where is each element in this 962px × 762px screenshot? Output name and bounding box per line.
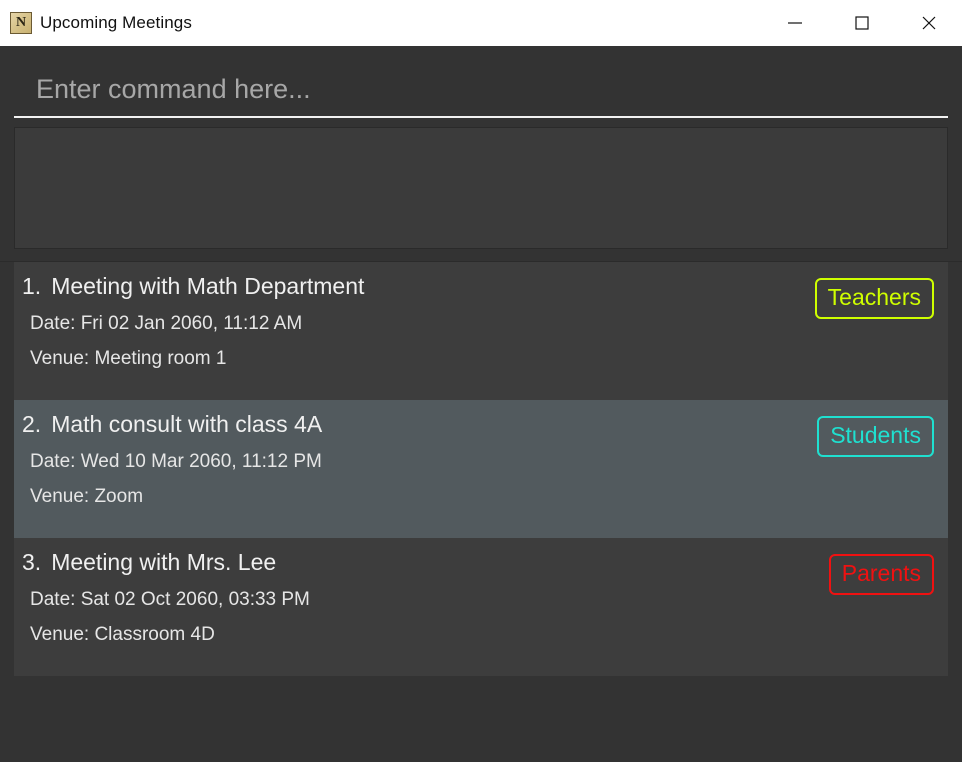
command-input[interactable] xyxy=(14,73,948,109)
window-controls xyxy=(761,0,962,46)
meeting-card[interactable]: 1. Meeting with Math Department Date: Fri … xyxy=(14,262,948,400)
meeting-header: 3. Meeting with Mrs. Lee xyxy=(22,548,817,577)
meeting-tag-badge[interactable]: Teachers xyxy=(814,278,934,319)
minimize-icon xyxy=(787,22,802,24)
meeting-date: Date: Sat 02 Oct 2060, 03:33 PM xyxy=(30,588,310,610)
meeting-card-body: 3. Meeting with Mrs. Lee Date: Sat 02 Oct … xyxy=(22,548,817,648)
meeting-index: 2. xyxy=(22,411,42,437)
minimize-button[interactable] xyxy=(761,0,828,46)
meeting-tag-badge[interactable]: Parents xyxy=(828,554,934,595)
meeting-list[interactable]: 1. Meeting with Math Department Date: Fri … xyxy=(14,262,948,762)
meeting-venue: Venue: Meeting room 1 xyxy=(30,348,227,370)
meeting-tag-container: Parents xyxy=(817,548,934,595)
meeting-header: 1. Meeting with Math Department xyxy=(22,272,803,301)
meeting-index: 1. xyxy=(22,273,42,299)
meeting-card[interactable]: 2. Math consult with class 4A Date: Wed 10… xyxy=(14,400,948,538)
meeting-venue: Venue: Classroom 4D xyxy=(30,624,215,646)
meeting-title: Meeting with Mrs. Lee xyxy=(51,549,277,575)
title-bar: N Upcoming Meetings xyxy=(0,0,962,46)
app-icon-letter: N xyxy=(15,15,27,30)
maximize-icon xyxy=(854,16,869,30)
meeting-card[interactable]: 3. Meeting with Mrs. Lee Date: Sat 02 Oct … xyxy=(14,538,948,676)
close-icon xyxy=(922,16,935,30)
meeting-title: Meeting with Math Department xyxy=(51,273,365,299)
meeting-list-area: 1. Meeting with Math Department Date: Fri … xyxy=(0,261,962,762)
result-display xyxy=(14,127,948,249)
meeting-tag-container: Students xyxy=(805,410,934,457)
meeting-card-body: 1. Meeting with Math Department Date: Fri … xyxy=(22,272,803,372)
command-input-wrapper xyxy=(14,66,948,118)
meeting-title: Math consult with class 4A xyxy=(51,411,323,437)
notebook-icon: N xyxy=(10,12,32,34)
title-bar-left: N Upcoming Meetings xyxy=(0,12,761,34)
command-area xyxy=(0,46,962,118)
meeting-date: Date: Wed 10 Mar 2060, 11:12 PM xyxy=(30,450,322,472)
close-button[interactable] xyxy=(895,0,962,46)
result-area xyxy=(0,118,962,261)
app-window: N Upcoming Meetings Enter command here..… xyxy=(0,0,962,762)
meeting-date: Date: Fri 02 Jan 2060, 11:12 AM xyxy=(30,312,303,334)
window-title: Upcoming Meetings xyxy=(40,13,192,32)
meeting-venue: Venue: Zoom xyxy=(30,486,144,508)
meeting-card-body: 2. Math consult with class 4A Date: Wed 10… xyxy=(22,410,805,510)
maximize-button[interactable] xyxy=(828,0,895,46)
meeting-tag-badge[interactable]: Students xyxy=(817,416,934,457)
meeting-header: 2. Math consult with class 4A xyxy=(22,410,805,439)
meeting-tag-container: Teachers xyxy=(803,272,934,319)
meeting-index: 3. xyxy=(22,549,42,575)
